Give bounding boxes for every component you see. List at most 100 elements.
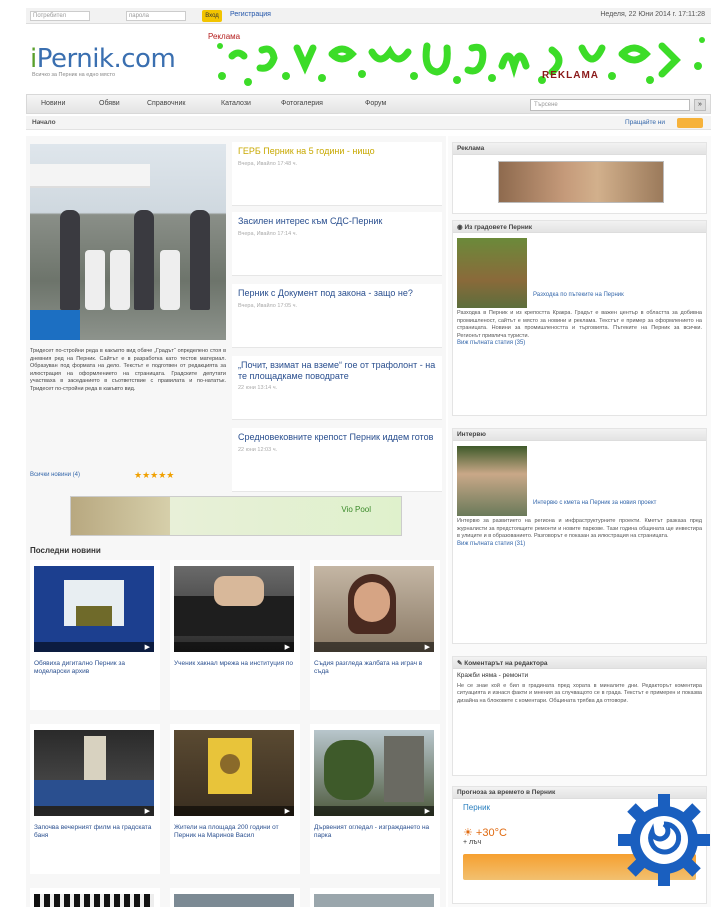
news-item[interactable]: Средновековните крепост Перник иддем гот… (232, 428, 442, 492)
news-item[interactable]: Засилен интерес към СДС-Перник Вчера, Ив… (232, 212, 442, 276)
video-caption[interactable]: Съдия разгледа жалбата на играч в съда (314, 660, 434, 676)
nav-item-news[interactable]: Новини (41, 100, 65, 107)
video-thumbnail[interactable] (314, 894, 434, 907)
video-card[interactable]: ▶ Дървеният огледал - изграждането на па… (310, 724, 440, 874)
video-caption[interactable]: Започва вечерният филм на градската баня (34, 824, 154, 840)
news-title[interactable]: „Почит, взимат на вземе“ гое от трафолон… (238, 360, 436, 381)
person-shape (85, 250, 105, 310)
gallery-photo[interactable] (457, 238, 527, 308)
video-card[interactable] (310, 888, 440, 907)
thumb-shape (384, 736, 424, 802)
news-meta: Вчера, Ивайло 17:14 ч. (238, 230, 298, 237)
date-display: Неделя, 22 Юни 2014 г. 17:11:28 (600, 11, 705, 18)
news-meta: Вчера, Ивайло 17:05 ч. (238, 302, 298, 309)
person-shape (60, 210, 80, 310)
username-input[interactable]: Потребител (30, 11, 90, 21)
banner-ad-label: Реклама (208, 32, 241, 41)
news-item[interactable]: ГЕРБ Перник на 5 години - нищо Вчера, Ив… (232, 142, 442, 206)
gallery-block: ◉ Из градовете Перник Разходка по пътеки… (452, 220, 707, 416)
video-caption[interactable]: Обявиха дигитално Перник за моделарски а… (34, 660, 154, 676)
play-icon[interactable]: ▶ (145, 643, 150, 651)
interview-heading: Интервю (453, 429, 706, 441)
site-header: iPernik.com Всичко за Перник на едно мяс… (26, 24, 711, 96)
main-content: Тридесет по-стройни реда в какъвто вид о… (26, 136, 446, 907)
sidebar-ad-image[interactable] (498, 161, 664, 203)
top-bar: Потребител парола Вход Регистрация Недел… (26, 8, 711, 24)
all-news-link[interactable]: Всички новини (4) (30, 472, 80, 478)
header-banner-ad[interactable]: Реклама REKLAMA (202, 26, 714, 94)
news-title[interactable]: Засилен интерес към СДС-Перник (238, 216, 436, 227)
latest-news-heading: Последни новини (30, 546, 101, 555)
thumb-shape (354, 582, 390, 622)
search-button[interactable]: » (694, 99, 706, 111)
video-card[interactable] (170, 888, 300, 907)
video-card[interactable]: ▶ Обявиха дигитално Перник за моделарски… (30, 560, 160, 710)
play-icon[interactable]: ▶ (145, 807, 150, 815)
news-title[interactable]: Перник с Документ под закона - защо не? (238, 288, 436, 299)
thumb-shape (324, 740, 374, 800)
editor-comment-heading: ✎ Коментарът на редактора (453, 657, 706, 669)
video-card[interactable] (30, 888, 160, 907)
main-nav: Новини Обяви Справочник Каталози Фотогал… (26, 94, 711, 114)
play-icon[interactable]: ▶ (285, 643, 290, 651)
register-link[interactable]: Регистрация (230, 11, 271, 18)
nav-item-gallery[interactable]: Фотогалерия (281, 100, 323, 107)
feature-photo[interactable] (30, 144, 226, 340)
gear-icon (618, 794, 710, 886)
news-item[interactable]: Перник с Документ под закона - защо не? … (232, 284, 442, 348)
video-card[interactable]: ▶ Ученик хакнал мрежа на институция по (170, 560, 300, 710)
search-input[interactable]: Търсене (530, 99, 690, 111)
video-thumbnail[interactable]: ▶ (34, 566, 154, 652)
video-thumbnail[interactable]: ▶ (314, 566, 434, 652)
video-bar (34, 806, 154, 816)
video-card[interactable]: ▶ Жители на площада 200 години от Перник… (170, 724, 300, 874)
feature-article-text: Тридесет по-стройни реда в какъвто вид о… (30, 348, 226, 392)
video-caption[interactable]: Дървеният огледал - изграждането на парк… (314, 824, 434, 840)
news-title[interactable]: Средновековните крепост Перник иддем гот… (238, 432, 436, 443)
video-card[interactable]: ▶ Започва вечерният филм на градската ба… (30, 724, 160, 874)
nav-item-catalogs[interactable]: Каталози (221, 100, 251, 107)
video-thumbnail[interactable]: ▶ (174, 566, 294, 652)
play-icon[interactable]: ▶ (285, 807, 290, 815)
video-thumbnail[interactable]: ▶ (34, 730, 154, 816)
video-bar (314, 642, 434, 652)
gallery-more-link[interactable]: Виж пълната статия (35) (457, 340, 702, 348)
contact-link[interactable]: Пращайте ни (625, 119, 665, 126)
news-meta: 22 юни 12:03 ч. (238, 446, 278, 453)
video-card[interactable]: ▶ Съдия разгледа жалбата на играч в съда (310, 560, 440, 710)
inner-banner-ad[interactable]: Vio Pool (70, 496, 402, 536)
news-meta: 22 юни 13:14 ч. (238, 385, 278, 391)
site-logo[interactable]: iPernik.com (30, 44, 176, 74)
login-button[interactable]: Вход (202, 10, 222, 22)
rating-stars[interactable]: ★★★★★ (134, 470, 174, 481)
news-item[interactable]: „Почит, взимат на вземе“ гое от трафолон… (232, 356, 442, 420)
video-caption[interactable]: Ученик хакнал мрежа на институция по (174, 660, 294, 668)
breadcrumb[interactable]: Начало (32, 119, 56, 126)
thumb-shape (76, 606, 112, 626)
news-title[interactable]: ГЕРБ Перник на 5 години - нищо (238, 146, 436, 157)
play-icon[interactable]: ▶ (425, 807, 430, 815)
interview-body: Интервю с кмета на Перник за новия проек… (453, 441, 706, 551)
video-thumbnail[interactable]: ▶ (314, 730, 434, 816)
video-thumbnail[interactable]: ▶ (174, 730, 294, 816)
blue-object (30, 310, 80, 340)
nav-item-ads[interactable]: Обяви (99, 100, 120, 107)
thumb-shape (34, 780, 154, 806)
password-input[interactable]: парола (126, 11, 186, 21)
thumb-shape (214, 576, 264, 606)
editor-subtitle[interactable]: Кражби няма - ремонти (457, 672, 702, 680)
interview-more-link[interactable]: Виж пълната статия (31) (457, 541, 702, 549)
editor-comment-block: ✎ Коментарът на редактора Кражби няма - … (452, 656, 707, 776)
video-bar (174, 642, 294, 652)
video-thumbnail[interactable] (34, 894, 154, 907)
video-thumbnail[interactable] (174, 894, 294, 907)
nav-item-directory[interactable]: Справочник (147, 100, 186, 107)
rss-icon[interactable] (677, 118, 703, 128)
interview-photo[interactable] (457, 446, 527, 516)
video-bar (34, 642, 154, 652)
play-icon[interactable]: ▶ (425, 643, 430, 651)
gallery-body: Разходка по пътеките на Перник Разходка … (453, 233, 706, 351)
editor-text: Не се знае кой е бил в градината пред хо… (457, 682, 702, 704)
nav-item-forum[interactable]: Форум (365, 100, 386, 107)
video-caption[interactable]: Жители на площада 200 години от Перник н… (174, 824, 294, 840)
